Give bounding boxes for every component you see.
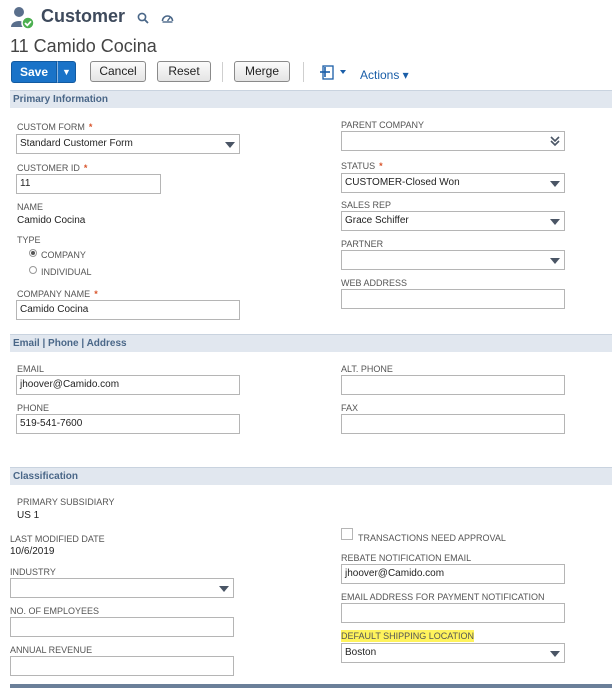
section-primary-information[interactable]: Primary Information: [10, 90, 612, 108]
section-email-phone-address[interactable]: Email | Phone | Address: [10, 334, 612, 352]
partner-label: PARTNER: [341, 239, 384, 249]
web-address-input[interactable]: [341, 289, 565, 309]
rebate-email-input[interactable]: jhoover@Camido.com: [341, 564, 565, 584]
employees-input[interactable]: [10, 617, 234, 637]
company-name-input[interactable]: Camido Cocina: [16, 300, 240, 320]
custom-form-select[interactable]: Standard Customer Form: [16, 134, 240, 154]
name-value: Camido Cocina: [17, 215, 86, 226]
cancel-button[interactable]: Cancel: [90, 61, 146, 82]
transactions-approval-label: TRANSACTIONS NEED APPROVAL: [358, 533, 506, 543]
status-label: STATUS *: [341, 161, 383, 171]
primary-subsidiary-value: US 1: [17, 510, 40, 521]
industry-select[interactable]: [10, 578, 234, 598]
toolbar-divider: [222, 62, 223, 82]
chevron-down-icon: [550, 651, 560, 657]
dashboard-icon[interactable]: [161, 11, 174, 23]
footer-bar: [10, 684, 612, 688]
double-chevron-down-icon: [550, 135, 560, 147]
section-classification[interactable]: Classification: [10, 467, 612, 485]
name-label: NAME: [17, 202, 44, 212]
type-individual-label: INDIVIDUAL: [41, 267, 92, 277]
customer-icon: [10, 6, 35, 30]
save-menu-button[interactable]: ▼: [57, 61, 76, 83]
status-select[interactable]: CUSTOMER-Closed Won: [341, 173, 565, 193]
sales-rep-label: SALES REP: [341, 200, 392, 210]
primary-subsidiary-label: PRIMARY SUBSIDIARY: [17, 497, 115, 507]
save-button[interactable]: Save: [11, 61, 57, 83]
chevron-down-icon: [225, 142, 235, 148]
phone-label: PHONE: [17, 403, 50, 413]
type-label: TYPE: [17, 235, 41, 245]
rebate-email-label: REBATE NOTIFICATION EMAIL: [341, 553, 472, 563]
actions-menu[interactable]: Actions ▾: [360, 68, 409, 82]
record-name: 11 Camido Cocina: [10, 36, 157, 56]
payment-email-label: EMAIL ADDRESS FOR PAYMENT NOTIFICATION: [341, 592, 545, 602]
parent-company-label: PARENT COMPANY: [341, 120, 425, 130]
employees-label: NO. OF EMPLOYEES: [10, 606, 100, 616]
toolbar-divider: [303, 62, 304, 82]
chevron-down-icon: [550, 181, 560, 187]
search-icon[interactable]: [137, 11, 149, 24]
industry-label: INDUSTRY: [10, 567, 56, 577]
new-record-icon[interactable]: [320, 64, 350, 80]
chevron-down-icon: [219, 586, 229, 592]
alt-phone-label: ALT. PHONE: [341, 364, 393, 374]
type-individual-radio[interactable]: [29, 266, 37, 274]
alt-phone-input[interactable]: [341, 375, 565, 395]
parent-company-select[interactable]: [341, 131, 565, 151]
email-input[interactable]: jhoover@Camido.com: [16, 375, 240, 395]
fax-label: FAX: [341, 403, 359, 413]
phone-input[interactable]: 519-541-7600: [16, 414, 240, 434]
email-label: EMAIL: [17, 364, 45, 374]
sales-rep-select[interactable]: Grace Schiffer: [341, 211, 565, 231]
company-name-label: COMPANY NAME *: [17, 289, 98, 299]
reset-button[interactable]: Reset: [157, 61, 211, 82]
web-address-label: WEB ADDRESS: [341, 278, 408, 288]
chevron-down-icon: [550, 219, 560, 225]
page-title: Customer: [41, 6, 126, 26]
customer-id-input[interactable]: 11: [16, 174, 161, 194]
type-company-radio[interactable]: [29, 249, 37, 257]
transactions-approval-checkbox[interactable]: [341, 528, 353, 540]
type-company-label: COMPANY: [41, 250, 86, 260]
last-modified-value: 10/6/2019: [10, 546, 55, 557]
customer-id-label: CUSTOMER ID *: [17, 163, 88, 173]
merge-button[interactable]: Merge: [234, 61, 290, 82]
payment-email-input[interactable]: [341, 603, 565, 623]
partner-select[interactable]: [341, 250, 565, 270]
fax-input[interactable]: [341, 414, 565, 434]
annual-revenue-input[interactable]: [10, 656, 234, 676]
chevron-down-icon: [550, 258, 560, 264]
shipping-location-label: DEFAULT SHIPPING LOCATION: [341, 630, 475, 642]
annual-revenue-label: ANNUAL REVENUE: [10, 645, 93, 655]
custom-form-label: CUSTOM FORM *: [17, 122, 93, 132]
shipping-location-select[interactable]: Boston: [341, 643, 565, 663]
last-modified-label: LAST MODIFIED DATE: [10, 534, 105, 544]
